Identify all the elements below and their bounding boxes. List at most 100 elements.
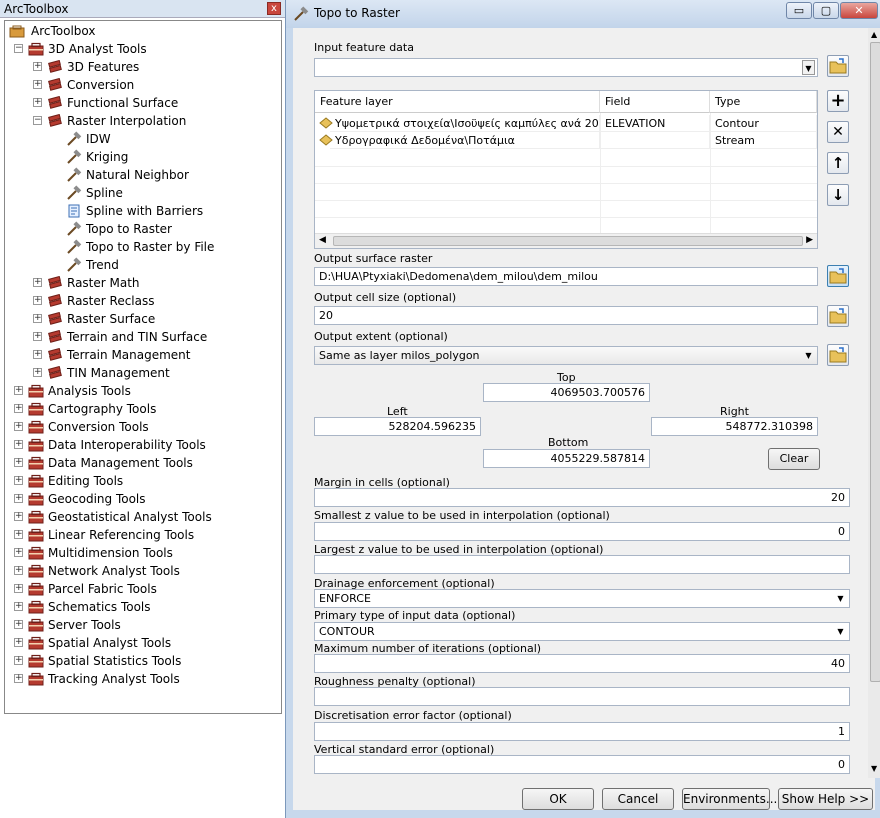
tree-item[interactable]: + Conversion (5, 76, 275, 94)
tree-item[interactable]: + Linear Referencing Tools (5, 526, 275, 544)
cancel-button[interactable]: Cancel (602, 788, 674, 810)
cell-field[interactable]: ELEVATION (600, 115, 710, 132)
chevron-down-icon[interactable]: ▼ (834, 591, 847, 606)
smallest-z-input[interactable]: 0 (314, 522, 850, 541)
expand-icon[interactable]: + (14, 386, 23, 395)
expand-icon[interactable]: + (33, 80, 42, 89)
roughness-input[interactable] (314, 687, 850, 706)
tree-item[interactable]: + Schematics Tools (5, 598, 275, 616)
expand-icon[interactable]: + (14, 422, 23, 431)
output-surface-raster-input[interactable]: D:\HUA\Ptyxiaki\Dedomena\dem_milou\dem_m… (314, 267, 818, 286)
expand-icon[interactable]: + (14, 602, 23, 611)
drainage-select[interactable]: ENFORCE ▼ (314, 589, 850, 608)
tree-item[interactable]: + Terrain and TIN Surface (5, 328, 275, 346)
expand-icon[interactable]: + (14, 476, 23, 485)
feature-layer-table[interactable]: Feature layer Field Type Υψομετρικά στοι… (314, 90, 818, 249)
extent-top-input[interactable]: 4069503.700576 (483, 383, 650, 402)
expand-icon[interactable]: + (14, 494, 23, 503)
tree-item[interactable]: Spline with Barriers (5, 202, 275, 220)
expand-icon[interactable]: + (14, 404, 23, 413)
expand-icon[interactable]: + (14, 638, 23, 647)
tree-item[interactable]: + Parcel Fabric Tools (5, 580, 275, 598)
horizontal-scrollbar[interactable]: ◀ ▶ (315, 233, 817, 248)
expand-icon[interactable]: + (33, 350, 42, 359)
browse-input-button[interactable] (827, 55, 849, 77)
expand-icon[interactable]: + (33, 332, 42, 341)
output-extent-select[interactable]: Same as layer milos_polygon ▼ (314, 346, 818, 365)
scroll-right-icon[interactable]: ▶ (806, 235, 813, 245)
tree-item[interactable]: − 3D Analyst Tools (5, 40, 275, 58)
expand-icon[interactable]: + (14, 566, 23, 575)
extent-left-input[interactable]: 528204.596235 (314, 417, 481, 436)
tree-item[interactable]: + Spatial Statistics Tools (5, 652, 275, 670)
cell-type[interactable]: Contour (710, 115, 817, 132)
expand-icon[interactable]: + (14, 458, 23, 467)
collapse-icon[interactable]: − (33, 116, 42, 125)
move-down-button[interactable]: ↓ (827, 184, 849, 206)
margin-input[interactable]: 20 (314, 488, 850, 507)
discretisation-input[interactable]: 1 (314, 722, 850, 741)
expand-icon[interactable]: + (14, 512, 23, 521)
scrollbar-thumb[interactable] (870, 42, 880, 682)
tree-item[interactable]: + Geocoding Tools (5, 490, 275, 508)
collapse-icon[interactable]: − (14, 44, 23, 53)
ok-button[interactable]: OK (522, 788, 594, 810)
clear-extent-button[interactable]: Clear (768, 448, 820, 470)
tree-item[interactable]: + Raster Reclass (5, 292, 275, 310)
tree-item[interactable]: + Network Analyst Tools (5, 562, 275, 580)
chevron-down-icon[interactable]: ▼ (802, 60, 815, 75)
tree-item[interactable]: Topo to Raster (5, 220, 275, 238)
close-button[interactable]: ✕ (840, 2, 878, 19)
primary-type-select[interactable]: CONTOUR ▼ (314, 622, 850, 641)
tree-item[interactable]: Topo to Raster by File (5, 238, 275, 256)
input-feature-data-combo[interactable]: ▼ (314, 58, 818, 77)
tree-item[interactable]: + TIN Management (5, 364, 275, 382)
browse-cell-size-button[interactable] (827, 305, 849, 327)
tree-item[interactable]: + Functional Surface (5, 94, 275, 112)
maximize-button[interactable]: ▢ (813, 2, 839, 19)
expand-icon[interactable]: + (33, 368, 42, 377)
move-up-button[interactable]: ↑ (827, 152, 849, 174)
expand-icon[interactable]: + (33, 278, 42, 287)
tree-item[interactable]: +3D Features (5, 58, 275, 76)
max-iterations-input[interactable]: 40 (314, 654, 850, 673)
vertical-error-input[interactable]: 0 (314, 755, 850, 774)
extent-right-input[interactable]: 548772.310398 (651, 417, 818, 436)
output-cell-size-input[interactable]: 20 (314, 306, 818, 325)
chevron-down-icon[interactable]: ▼ (834, 624, 847, 639)
largest-z-input[interactable] (314, 555, 850, 574)
expand-icon[interactable]: + (33, 296, 42, 305)
browse-output-button[interactable] (827, 265, 849, 287)
show-help-button[interactable]: Show Help >> (778, 788, 873, 810)
tree-item[interactable]: + Raster Math (5, 274, 275, 292)
expand-icon[interactable]: + (14, 620, 23, 629)
tree-item[interactable]: + Conversion Tools (5, 418, 275, 436)
tree-item[interactable]: + Data Interoperability Tools (5, 436, 275, 454)
scroll-left-icon[interactable]: ◀ (319, 235, 326, 245)
expand-icon[interactable]: + (14, 548, 23, 557)
scroll-down-icon[interactable]: ▼ (871, 764, 877, 773)
vertical-scrollbar[interactable]: ▲ ▼ (868, 28, 880, 778)
minimize-button[interactable]: ▭ (786, 2, 812, 19)
tree-item[interactable]: + Multidimension Tools (5, 544, 275, 562)
cell-type[interactable]: Stream (710, 132, 817, 149)
tree-item[interactable]: + Server Tools (5, 616, 275, 634)
expand-icon[interactable]: + (33, 62, 42, 71)
column-header-type[interactable]: Type (710, 91, 817, 113)
tree-item[interactable]: − Raster Interpolation (5, 112, 275, 130)
tree-item[interactable]: + Data Management Tools (5, 454, 275, 472)
tree-item[interactable]: + Cartography Tools (5, 400, 275, 418)
expand-icon[interactable]: + (14, 656, 23, 665)
column-header-feature-layer[interactable]: Feature layer (315, 91, 600, 113)
tree-item[interactable]: + Raster Surface (5, 310, 275, 328)
tree-item[interactable]: + Analysis Tools (5, 382, 275, 400)
tree-item[interactable]: IDW (5, 130, 275, 148)
tree-item[interactable]: + Terrain Management (5, 346, 275, 364)
expand-icon[interactable]: + (33, 314, 42, 323)
cell-feature-layer[interactable]: Υδρογραφικά Δεδομένα\Ποτάμια (330, 132, 600, 149)
tree-item[interactable]: + Editing Tools (5, 472, 275, 490)
toolbox-tree[interactable]: ArcToolbox − 3D Analyst Tools +3D Features… (4, 20, 282, 714)
scroll-up-icon[interactable]: ▲ (871, 30, 877, 39)
tree-item[interactable]: + Tracking Analyst Tools (5, 670, 275, 688)
chevron-down-icon[interactable]: ▼ (802, 348, 815, 363)
